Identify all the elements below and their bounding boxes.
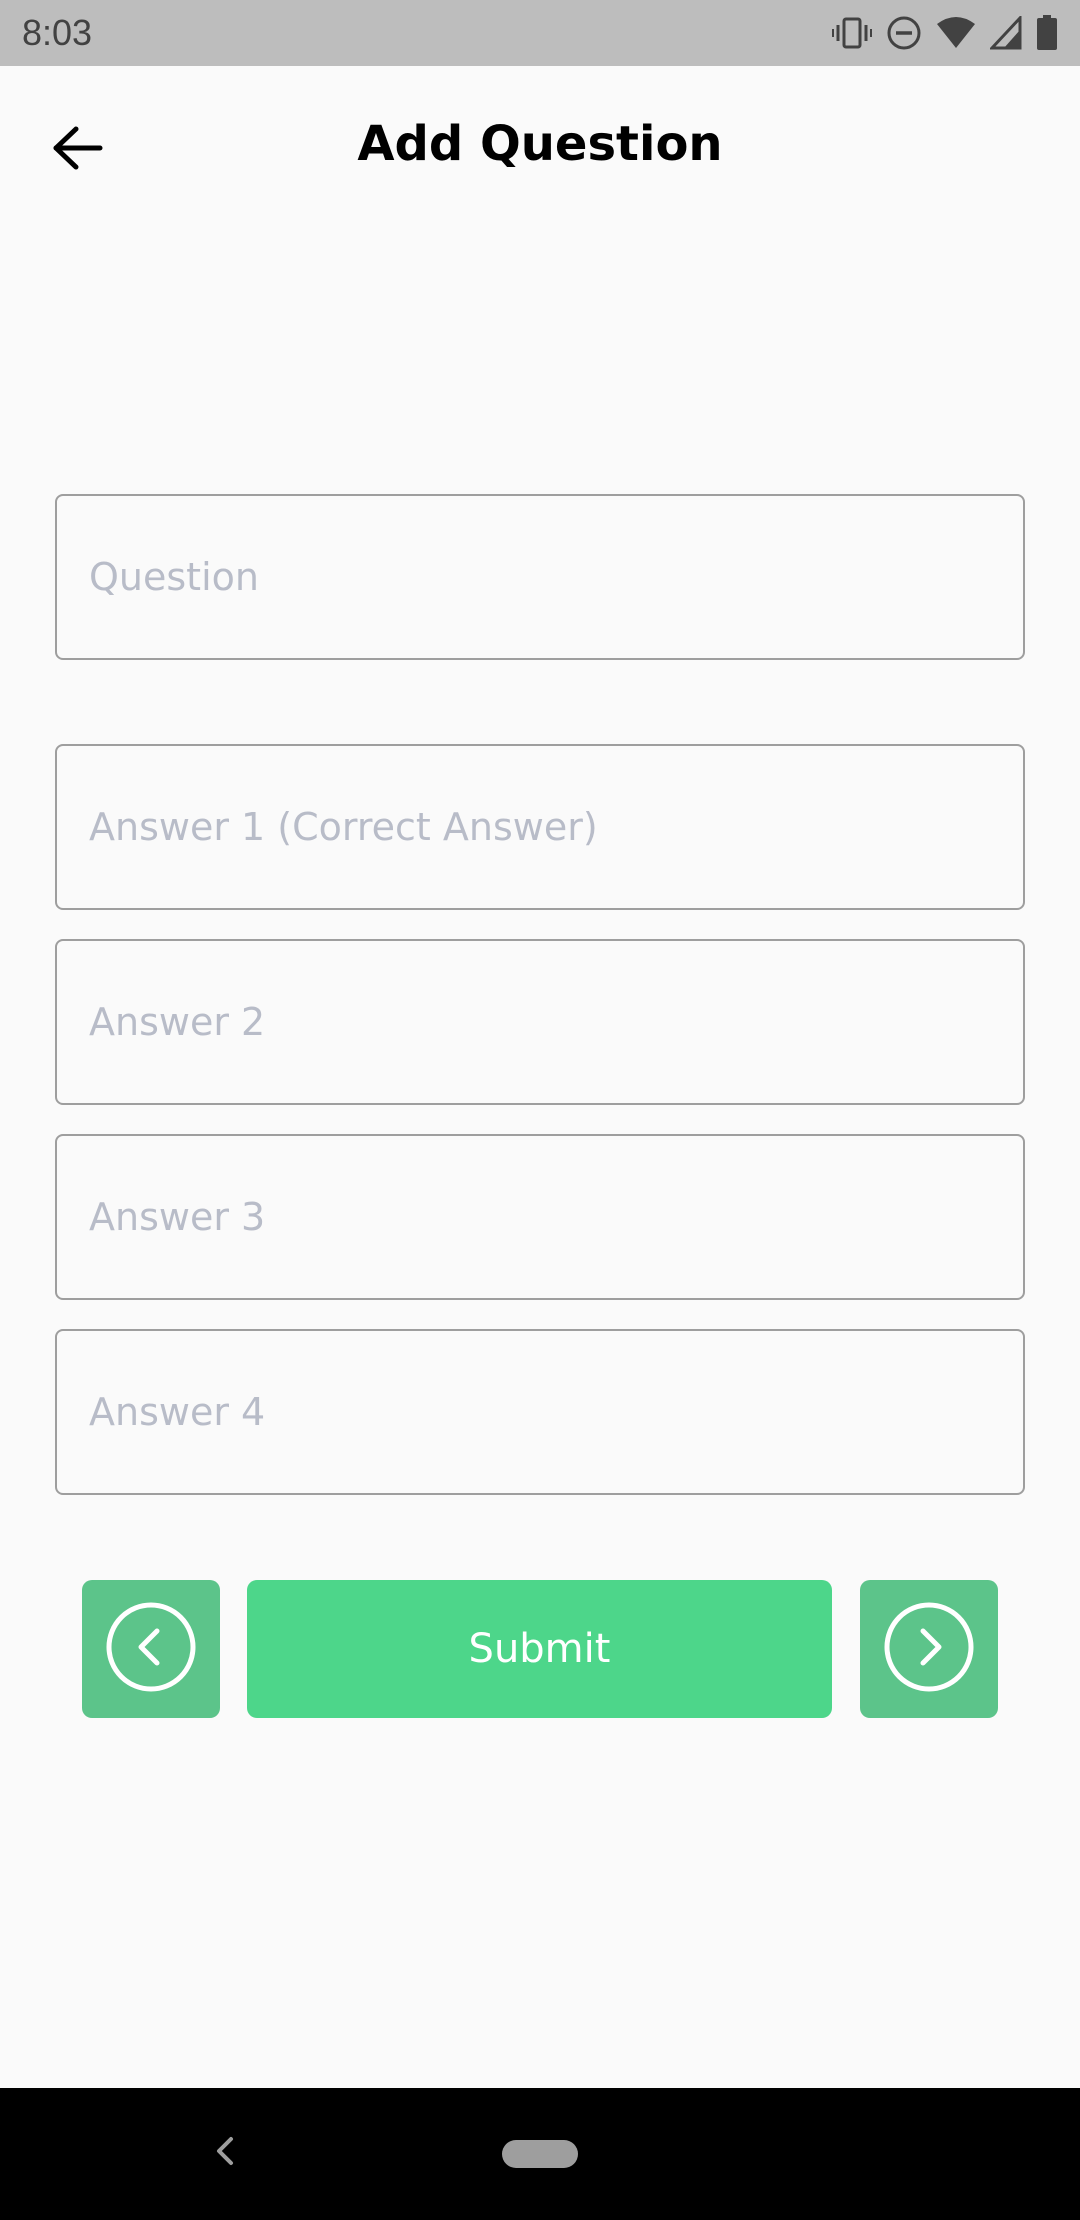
status-time: 8:03 <box>22 12 93 53</box>
answer-1-field[interactable] <box>55 744 1025 910</box>
previous-question-button[interactable] <box>82 1580 220 1718</box>
status-bar: 8:03 <box>0 0 1080 66</box>
page-title: Add Question <box>357 116 723 172</box>
answer-1-input[interactable] <box>89 805 1023 849</box>
answer-3-field[interactable] <box>55 1134 1025 1300</box>
question-input[interactable] <box>89 555 1023 599</box>
answer-2-input[interactable] <box>89 1000 1023 1044</box>
do-not-disturb-icon <box>886 15 922 51</box>
battery-icon <box>1036 15 1058 51</box>
chevron-left-circle-icon <box>105 1601 197 1697</box>
vibrate-icon <box>832 15 872 51</box>
system-back-button[interactable] <box>200 2128 250 2178</box>
next-question-button[interactable] <box>860 1580 998 1718</box>
app-bar: Add Question <box>0 66 1080 222</box>
status-icons <box>832 15 1058 51</box>
question-field[interactable] <box>55 494 1025 660</box>
chevron-left-icon <box>213 2135 237 2171</box>
answer-2-field[interactable] <box>55 939 1025 1105</box>
answer-3-input[interactable] <box>89 1195 1023 1239</box>
system-home-button[interactable] <box>502 2140 578 2168</box>
answer-4-field[interactable] <box>55 1329 1025 1495</box>
chevron-right-circle-icon <box>883 1601 975 1697</box>
submit-button[interactable]: Submit <box>247 1580 832 1718</box>
answer-4-input[interactable] <box>89 1390 1023 1434</box>
wifi-icon <box>936 16 976 50</box>
system-nav-bar <box>0 2088 1080 2220</box>
signal-icon <box>990 16 1022 50</box>
